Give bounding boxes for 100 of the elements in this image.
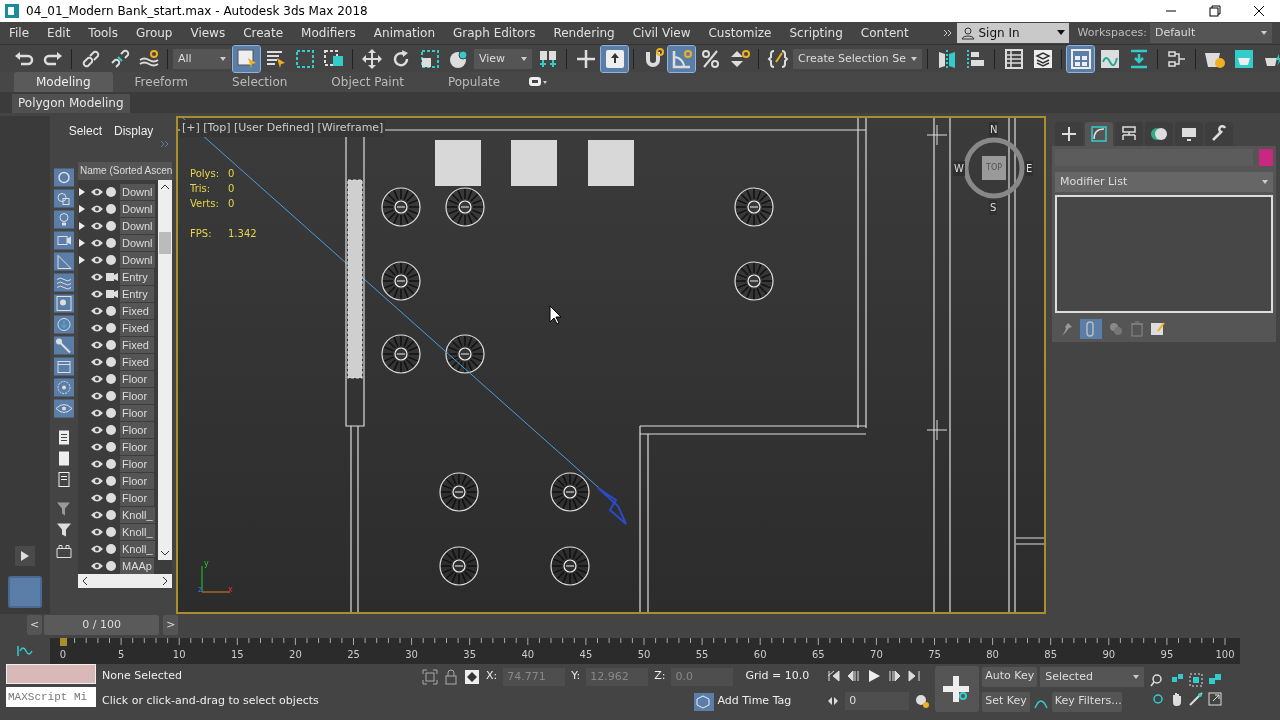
eye-icon[interactable]	[90, 356, 104, 367]
monitor-tab[interactable]	[1175, 122, 1203, 146]
modifier-list-dropdown[interactable]: Modifier List	[1055, 172, 1273, 192]
menu-item[interactable]: Create	[234, 22, 293, 44]
menu-item[interactable]: Tools	[79, 22, 127, 44]
eye-icon[interactable]	[90, 526, 104, 537]
eye-icon[interactable]	[90, 322, 104, 333]
menu-item[interactable]: Animation	[364, 22, 445, 44]
select-cursor-button[interactable]	[233, 45, 260, 72]
eye-icon[interactable]	[90, 237, 104, 248]
lock-icon[interactable]	[444, 668, 458, 685]
wrench-tab[interactable]	[1205, 122, 1233, 146]
eye-icon[interactable]	[90, 186, 104, 197]
up-chevron-icon[interactable]	[160, 184, 170, 190]
eye-icon[interactable]	[90, 271, 104, 282]
toolbar-dropdown[interactable]: Create Selection Se	[793, 48, 922, 69]
previous-key-icon[interactable]	[847, 668, 862, 683]
waves-filter-icon[interactable]	[54, 273, 74, 292]
object-name[interactable]: MAAp	[120, 557, 154, 574]
menu-item[interactable]: Scripting	[780, 22, 852, 44]
scroll-thumb[interactable]	[159, 232, 171, 254]
play-button[interactable]	[15, 546, 35, 566]
eye-icon[interactable]	[90, 543, 104, 554]
object-name[interactable]: Downl	[120, 183, 155, 200]
eye-icon[interactable]	[90, 220, 104, 231]
viewport-label[interactable]: [+] [Top] [User Defined] [Wireframe]	[180, 120, 386, 137]
ribbon-tab[interactable]: Selection	[210, 72, 310, 92]
next-frame-button[interactable]: >	[163, 615, 179, 635]
panel-grid-button[interactable]	[1067, 45, 1094, 72]
menu-item[interactable]: Customize	[699, 22, 781, 44]
expand-triangle-icon[interactable]	[78, 220, 86, 231]
menu-item[interactable]: File	[0, 22, 39, 44]
angle-button[interactable]	[668, 45, 695, 72]
eye-icon[interactable]	[90, 407, 104, 418]
object-name[interactable]: Floor	[120, 421, 154, 438]
time-slider[interactable]: 0 / 100	[44, 615, 160, 635]
plus-tab[interactable]	[1055, 122, 1083, 146]
scrollbar[interactable]	[158, 180, 172, 560]
expand-triangle-icon[interactable]	[78, 203, 86, 214]
camera-filter-icon[interactable]	[54, 231, 74, 250]
time-marker[interactable]	[60, 638, 67, 646]
object-name[interactable]: Knoll_	[120, 540, 155, 557]
menu-item[interactable]: Rendering	[544, 22, 624, 44]
selection-frame-icon[interactable]	[422, 668, 438, 685]
light-bulb-filter-icon[interactable]	[54, 210, 74, 229]
menu-item[interactable]: Group	[126, 22, 182, 44]
wand-filter-icon[interactable]	[54, 336, 74, 355]
eye-icon[interactable]	[90, 509, 104, 520]
menu-item[interactable]: Graph Editors	[444, 22, 545, 44]
object-color-swatch[interactable]	[1259, 149, 1273, 166]
overlapping-circles-tab[interactable]	[1145, 122, 1173, 146]
hierarchy-tab[interactable]	[1115, 122, 1143, 146]
eye-icon[interactable]	[90, 424, 104, 435]
eye-icon[interactable]	[90, 373, 104, 384]
object-name[interactable]: Fixed	[120, 319, 154, 336]
eye-icon[interactable]	[90, 390, 104, 401]
timeline-ruler[interactable]: 0 5 10 15 20 25 30 35 40 45 50 55 60 65 70 75 80 85 90 95 100	[50, 638, 1240, 664]
object-name[interactable]: Knoll_	[120, 506, 155, 523]
menu-item[interactable]: Civil View	[623, 22, 700, 44]
orbit-icon[interactable]	[1188, 690, 1205, 707]
object-name[interactable]: Downl	[120, 234, 155, 251]
eye-icon[interactable]	[90, 492, 104, 503]
sign-in-dropdown[interactable]: Sign In	[957, 23, 1070, 43]
maximize-icon[interactable]	[1207, 690, 1224, 707]
configure-sets-icon[interactable]	[1150, 321, 1166, 337]
toggle-icon[interactable]	[528, 76, 549, 88]
object-name[interactable]: Floor	[120, 489, 154, 506]
group-shapes-filter-icon[interactable]	[54, 294, 74, 313]
download-circle-filter-icon[interactable]	[54, 315, 74, 334]
object-name[interactable]: Floor	[120, 404, 154, 421]
object-name[interactable]: Knoll_	[120, 523, 155, 540]
object-name[interactable]: Floor	[120, 455, 154, 472]
close-icon[interactable]	[1252, 4, 1266, 18]
frame-spinner[interactable]: 0	[845, 691, 910, 710]
eye-icon[interactable]	[90, 458, 104, 469]
eye-icon[interactable]	[90, 339, 104, 350]
time-config-icon[interactable]	[915, 693, 930, 708]
workspace-dropdown[interactable]: Default	[1150, 23, 1272, 43]
object-name[interactable]: Fixed	[120, 302, 154, 319]
down-chevron-icon[interactable]	[160, 550, 170, 556]
box-filter-icon[interactable]	[54, 357, 74, 376]
left-right-arrows-icon[interactable]	[827, 695, 840, 706]
menu-item[interactable]: Content	[851, 22, 918, 44]
menu-item[interactable]: Views	[181, 22, 235, 44]
circle-filter-icon[interactable]	[54, 168, 74, 187]
eye-icon[interactable]	[90, 560, 104, 571]
object-name[interactable]: Entry	[120, 268, 154, 285]
ribbon-tab[interactable]: Freeform	[112, 72, 211, 92]
eye-filter-icon[interactable]	[54, 399, 74, 418]
eye-icon[interactable]	[90, 475, 104, 486]
object-name[interactable]: Downl	[120, 217, 155, 234]
up-arrow-square-button[interactable]	[601, 45, 628, 72]
absolute-mode-icon[interactable]	[464, 668, 480, 685]
set-key-text-button[interactable]: Set Key	[982, 691, 1030, 712]
play-icon[interactable]	[867, 668, 882, 683]
viewport-layout-thumbnail[interactable]	[8, 576, 42, 608]
eye-icon[interactable]	[90, 254, 104, 265]
object-name[interactable]: Floor	[120, 438, 154, 455]
frame-cube-icon[interactable]	[1188, 671, 1205, 688]
eye-icon[interactable]	[90, 441, 104, 452]
